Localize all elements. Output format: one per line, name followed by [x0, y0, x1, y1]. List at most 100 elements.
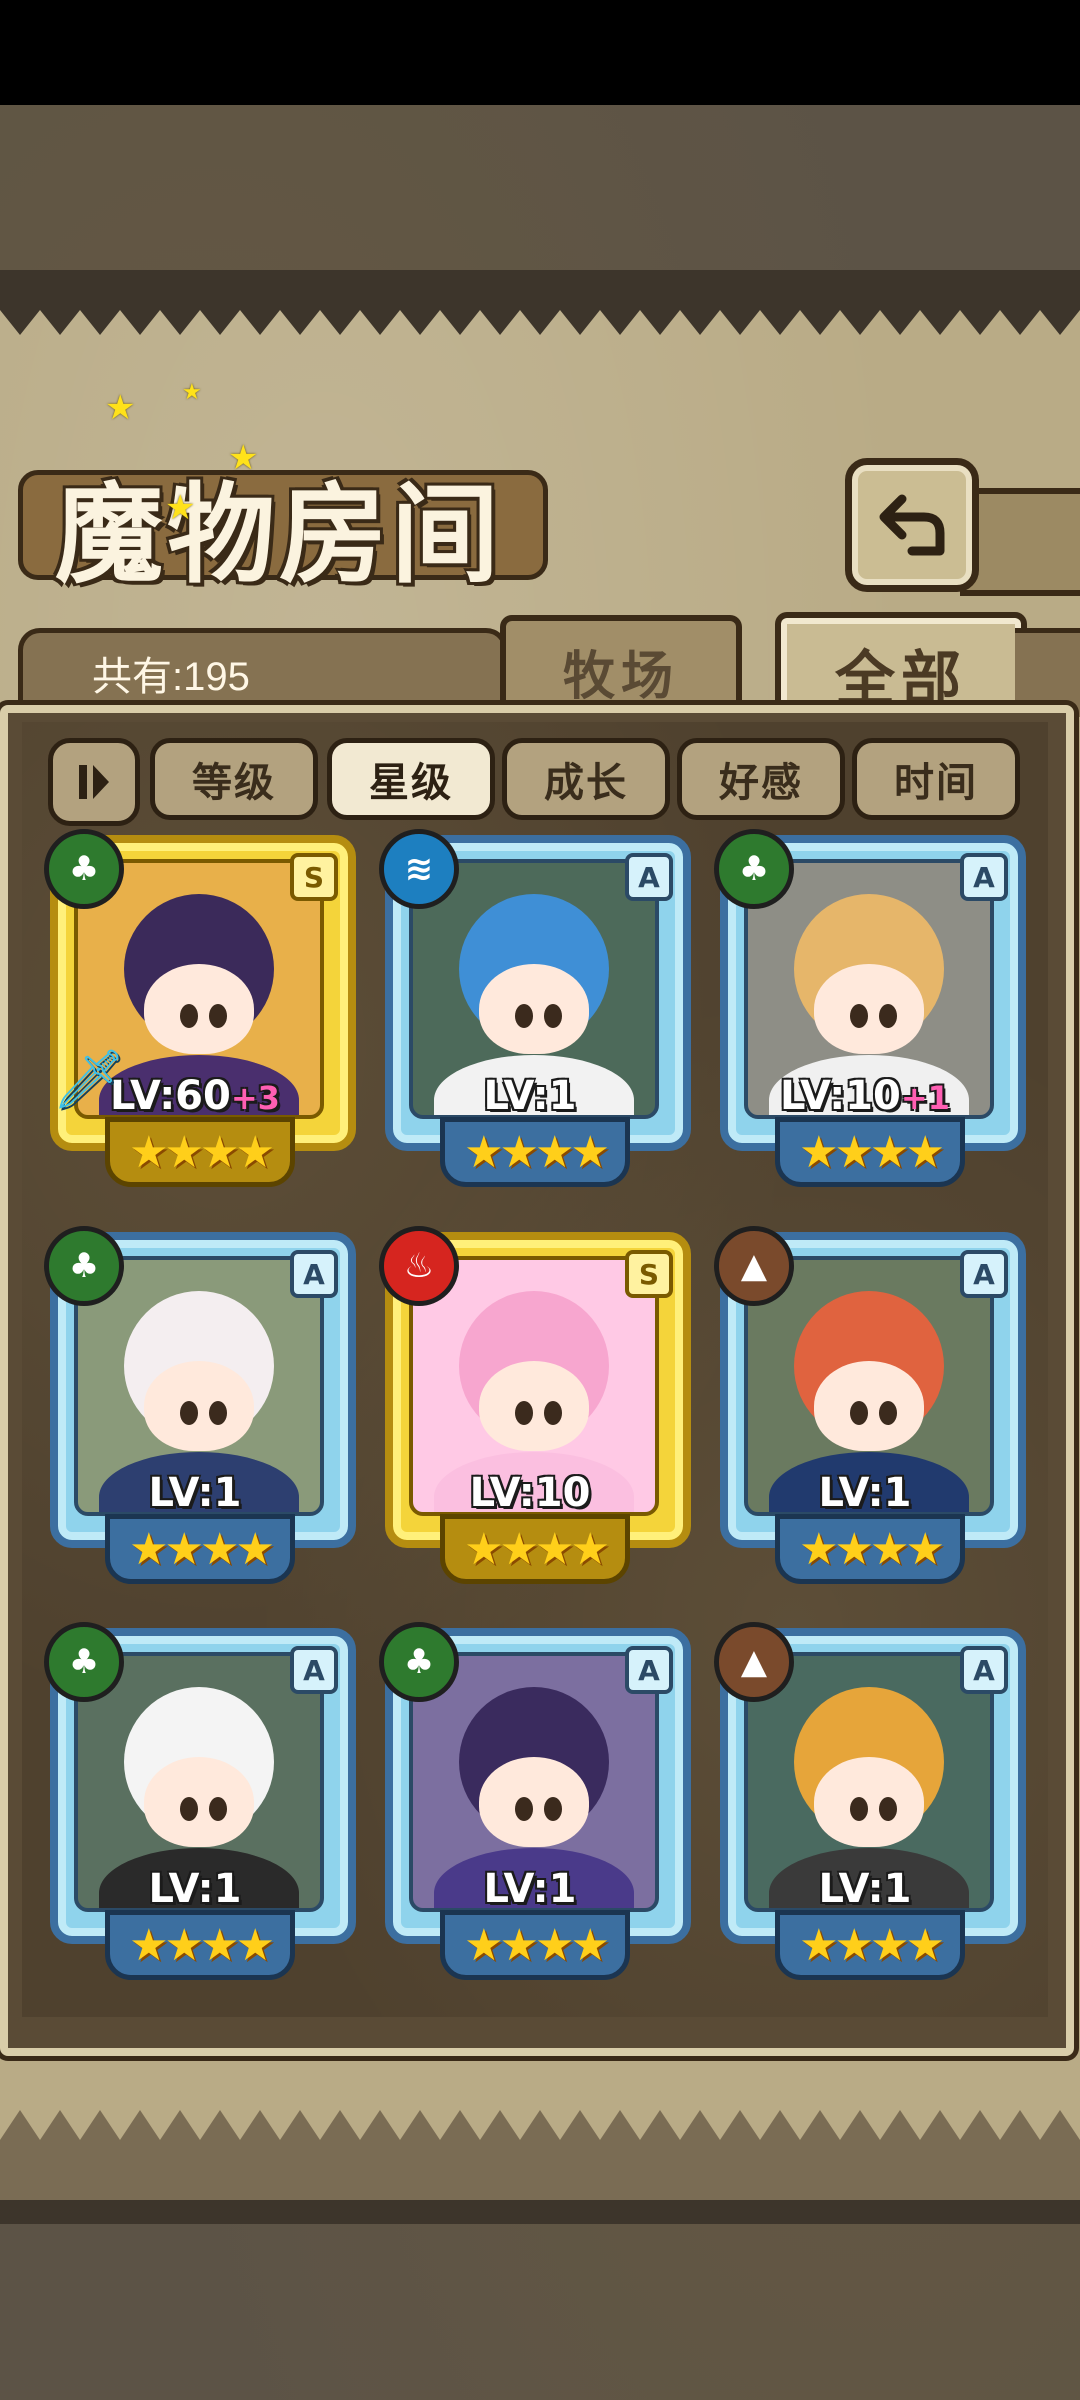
monster-face [479, 964, 589, 1055]
sparkle-star-icon: ★ [165, 488, 196, 528]
filter-growth[interactable]: 成长 [502, 738, 670, 820]
star-rating: ★★★★ [775, 1117, 965, 1187]
filter-growth-label: 成长 [544, 760, 628, 806]
monster-face [144, 1361, 254, 1452]
monster-eye [179, 1004, 198, 1029]
monster-eye [514, 1004, 533, 1029]
monster-face [144, 1757, 254, 1848]
monster-eye [208, 1797, 227, 1822]
level-text: LV:10 [780, 1073, 901, 1119]
monster-eye [179, 1401, 198, 1426]
monster-card[interactable]: LV:1 A ♣ ★★★★ [44, 1622, 356, 1980]
filter-star[interactable]: 星级 [327, 738, 495, 820]
rank-badge: A [290, 1250, 338, 1298]
grass-element-icon: ♣ [44, 1226, 124, 1306]
monster-face [479, 1361, 589, 1452]
filter-time-label: 时间 [894, 760, 978, 806]
filter-affection[interactable]: 好感 [677, 738, 845, 820]
monster-level: LV:1 [720, 1866, 1010, 1912]
monster-eye [849, 1401, 868, 1426]
return-arrow-icon [879, 494, 945, 556]
monster-face [814, 1361, 924, 1452]
monster-card[interactable]: LV:1 A ♣ ★★★★ [379, 1622, 691, 1980]
star-icons: ★★★★ [799, 1126, 945, 1178]
sparkle-star-icon: ★ [228, 438, 259, 478]
monster-level: LV:10+1 [720, 1073, 1010, 1119]
monster-level: LV:1 [385, 1866, 675, 1912]
star-rating: ★★★★ [440, 1910, 630, 1980]
monster-face [144, 964, 254, 1055]
star-rating: ★★★★ [105, 1910, 295, 1980]
monster-eye [208, 1004, 227, 1029]
sort-order-toggle[interactable] [48, 738, 140, 826]
level-text: LV:1 [818, 1470, 912, 1516]
monster-level: LV:10 [385, 1470, 675, 1516]
star-icons: ★★★★ [799, 1523, 945, 1575]
monster-card[interactable]: LV:10+1 A ♣ ★★★★ [714, 829, 1026, 1187]
monster-card[interactable]: LV:1 A ▲ ★★★★ [714, 1622, 1026, 1980]
zigzag-border-bottom [0, 2110, 1080, 2210]
rank-badge: A [960, 1250, 1008, 1298]
monster-level: LV:1 [720, 1470, 1010, 1516]
monster-card[interactable]: LV:1 A ≋ ★★★★ [379, 829, 691, 1187]
tab-ranch-label: 牧场 [562, 646, 679, 707]
back-button[interactable] [845, 458, 979, 592]
monster-count: 共有:195 [92, 655, 250, 699]
level-text: LV:1 [818, 1866, 912, 1912]
earth-element-icon: ▲ [714, 1226, 794, 1306]
filter-level-label: 等级 [192, 760, 276, 806]
monster-eye [543, 1004, 562, 1029]
star-icons: ★★★★ [129, 1126, 275, 1178]
filter-level[interactable]: 等级 [150, 738, 318, 820]
sort-toggle-icon [79, 765, 109, 799]
sparkle-star-icon: ★ [105, 388, 136, 428]
sword-icon: 🗡 [52, 1045, 126, 1113]
monster-card[interactable]: LV:1 A ▲ ★★★★ [714, 1226, 1026, 1584]
star-icons: ★★★★ [129, 1919, 275, 1971]
monster-eye [179, 1797, 198, 1822]
monster-eye [849, 1004, 868, 1029]
star-rating: ★★★★ [105, 1514, 295, 1584]
sparkle-star-icon: ★ [182, 380, 202, 405]
star-rating: ★★★★ [775, 1514, 965, 1584]
monster-card[interactable]: LV:1 A ♣ ★★★★ [44, 1226, 356, 1584]
monster-eye [543, 1797, 562, 1822]
monster-card[interactable]: LV:10 S ♨ ★★★★ [379, 1226, 691, 1584]
fire-element-icon: ♨ [379, 1226, 459, 1306]
monster-level: LV:1 [50, 1866, 340, 1912]
monster-eye [878, 1004, 897, 1029]
filter-time[interactable]: 时间 [852, 738, 1020, 820]
water-element-icon: ≋ [379, 829, 459, 909]
star-rating: ★★★★ [775, 1910, 965, 1980]
monster-card[interactable]: LV:60+3 S ♣ ★★★★ 🗡 [44, 829, 356, 1187]
monster-face [814, 1757, 924, 1848]
star-rating: ★★★★ [105, 1117, 295, 1187]
star-icons: ★★★★ [799, 1919, 945, 1971]
monster-face [814, 964, 924, 1055]
filter-affection-label: 好感 [719, 760, 803, 806]
filter-star-label: 星级 [369, 760, 453, 806]
grass-element-icon: ♣ [44, 829, 124, 909]
rank-badge: S [625, 1250, 673, 1298]
status-bar-area [0, 0, 1080, 105]
monster-level: LV:1 [385, 1073, 675, 1119]
rank-badge: A [290, 1646, 338, 1694]
bottom-divider [0, 2200, 1080, 2224]
monster-level: LV:1 [50, 1470, 340, 1516]
rank-badge: A [960, 1646, 1008, 1694]
monster-eye [514, 1401, 533, 1426]
monster-eye [514, 1797, 533, 1822]
star-rating: ★★★★ [440, 1514, 630, 1584]
monster-eye [208, 1401, 227, 1426]
level-bonus: +1 [900, 1079, 950, 1117]
level-bonus: +3 [230, 1079, 280, 1117]
rank-badge: A [625, 1646, 673, 1694]
monster-eye [878, 1401, 897, 1426]
page-title: 魔物房间 [55, 472, 504, 598]
monster-eye [878, 1797, 897, 1822]
level-text: LV:60 [110, 1073, 231, 1119]
star-icons: ★★★★ [129, 1523, 275, 1575]
tab-rail [1015, 628, 1080, 717]
level-text: LV:10 [469, 1470, 591, 1516]
star-icons: ★★★★ [464, 1523, 610, 1575]
